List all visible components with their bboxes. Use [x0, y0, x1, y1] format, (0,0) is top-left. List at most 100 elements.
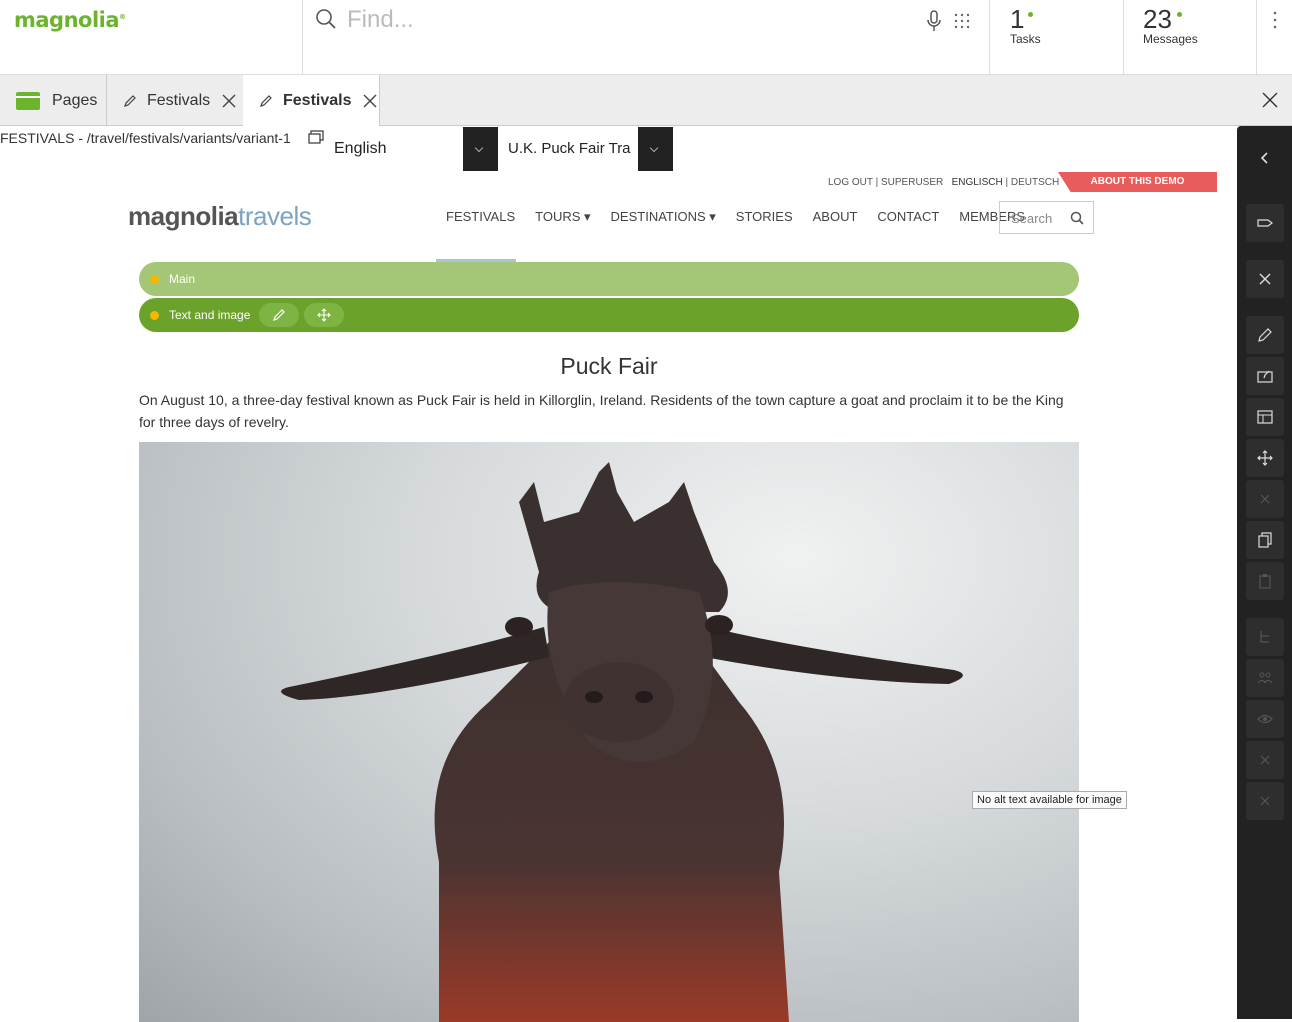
collapse-icon[interactable]: [1257, 150, 1273, 166]
travels-logo[interactable]: magnoliatravels: [128, 201, 312, 232]
preview-window-icon[interactable]: [308, 130, 324, 144]
search-icon[interactable]: [1070, 211, 1084, 225]
nav-stories[interactable]: STORIES: [736, 209, 793, 225]
component-edit-icon: [1257, 370, 1273, 383]
clipboard-icon: [1259, 574, 1271, 589]
component-bar[interactable]: Text and image: [139, 298, 1079, 332]
nav-contact[interactable]: CONTACT: [877, 209, 939, 225]
messages-count: 23: [1143, 4, 1172, 34]
copy-icon: [1258, 532, 1272, 548]
logout-link[interactable]: LOG OUT: [828, 177, 873, 188]
eye-icon: [1257, 714, 1273, 724]
area-label: Main: [169, 272, 196, 286]
users-button[interactable]: [1246, 659, 1284, 697]
pencil-icon: [124, 94, 136, 107]
lang-en-link[interactable]: ENGLISCH: [952, 177, 1003, 188]
move-icon: [1257, 450, 1273, 466]
user-link[interactable]: SUPERUSER: [881, 177, 943, 188]
tab-festivals-1[interactable]: Festivals: [107, 75, 244, 126]
messages-dot: [1177, 12, 1182, 17]
find-bar: [302, 0, 990, 74]
component-edit-button[interactable]: [259, 303, 299, 327]
variant-value: U.K. Puck Fair Tra ..: [508, 140, 636, 157]
site-search[interactable]: Search: [999, 201, 1094, 234]
tab-label: Festivals: [283, 91, 352, 109]
nav-destinations[interactable]: DESTINATIONS ▾: [611, 209, 716, 225]
preview-button[interactable]: [1246, 700, 1284, 738]
image-tooltip: No alt text available for image: [972, 791, 1127, 809]
layout-button[interactable]: [1246, 398, 1284, 436]
messages-counter[interactable]: 23 Messages: [1123, 0, 1257, 74]
tab-bar: Pages Festivals Festivals: [0, 75, 1292, 126]
about-demo-button[interactable]: ABOUT THIS DEMO: [1058, 172, 1217, 192]
edit-component-button[interactable]: [1246, 357, 1284, 395]
goat-statue-image[interactable]: [139, 442, 1079, 1022]
pages-icon: [16, 91, 40, 110]
close-icon[interactable]: [363, 94, 377, 108]
move-button[interactable]: [1246, 439, 1284, 477]
microphone-icon[interactable]: [925, 10, 943, 32]
layout-icon: [1257, 410, 1273, 424]
component-move-button[interactable]: [304, 303, 344, 327]
page-preview: LOG OUT | SUPERUSER ENGLISCH | DEUTSCH A…: [0, 171, 1237, 1022]
lang-de-link[interactable]: DEUTSCH: [1011, 177, 1059, 188]
site-search-placeholder: Search: [1011, 211, 1053, 226]
copy-button[interactable]: [1246, 521, 1284, 559]
goat-statue-illustration: [281, 462, 963, 1022]
paste-button[interactable]: [1246, 562, 1284, 600]
top-bar: magnolia® 1 Tasks 23 Messages: [0, 0, 1292, 75]
main-area-bar[interactable]: Main: [139, 262, 1079, 296]
status-dot: [150, 311, 159, 320]
nav-tours[interactable]: TOURS ▾: [535, 209, 590, 225]
tab-festivals-active[interactable]: Festivals: [243, 75, 380, 126]
tasks-counter[interactable]: 1 Tasks: [990, 0, 1124, 74]
language-value: English: [334, 140, 387, 157]
variant-select[interactable]: U.K. Puck Fair Tra ..: [498, 127, 638, 171]
pencil-icon: [260, 94, 272, 107]
tab-label: Festivals: [147, 91, 211, 109]
search-icon: [316, 9, 336, 29]
utility-links: LOG OUT | SUPERUSER ENGLISCH | DEUTSCH: [828, 177, 1060, 188]
edit-button[interactable]: [1246, 316, 1284, 354]
action-bar: [1237, 126, 1292, 1019]
close-icon: [1260, 494, 1270, 504]
tasks-label: Tasks: [1010, 32, 1041, 46]
move-icon: [317, 308, 331, 322]
tasks-dot: [1028, 12, 1033, 17]
delete-button[interactable]: [1246, 480, 1284, 518]
tag-button[interactable]: [1246, 204, 1284, 242]
tasks-count: 1: [1010, 4, 1025, 34]
nav-about[interactable]: ABOUT: [813, 209, 858, 225]
disabled-action-2[interactable]: [1246, 782, 1284, 820]
tag-icon: [1257, 219, 1273, 227]
article-title: Puck Fair: [560, 353, 658, 379]
status-dot: [150, 275, 159, 284]
messages-label: Messages: [1143, 32, 1198, 46]
close-icon: [1260, 796, 1270, 806]
tab-label: Pages: [52, 91, 98, 109]
close-all-icon[interactable]: [1262, 92, 1278, 108]
pencil-icon: [273, 309, 285, 321]
more-options-icon[interactable]: [1266, 10, 1284, 30]
site-nav: FESTIVALS TOURS ▾ DESTINATIONS ▾ STORIES…: [436, 209, 1035, 262]
component-label: Text and image: [169, 308, 251, 322]
magnolia-logo[interactable]: magnolia®: [14, 8, 126, 32]
tab-pages[interactable]: Pages: [0, 75, 107, 126]
cancel-button[interactable]: [1246, 260, 1284, 298]
chevron-down-icon: [474, 143, 484, 153]
article-body: On August 10, a three-day festival known…: [139, 392, 1064, 430]
hierarchy-icon: [1260, 631, 1269, 643]
disabled-action-1[interactable]: [1246, 741, 1284, 779]
close-icon: [1259, 273, 1271, 285]
nav-festivals[interactable]: FESTIVALS: [446, 209, 515, 225]
language-dropdown-button[interactable]: [463, 127, 498, 171]
app-launcher-icon[interactable]: [953, 12, 971, 30]
close-icon[interactable]: [222, 94, 236, 108]
find-input[interactable]: [347, 4, 907, 36]
close-icon: [1260, 755, 1270, 765]
page-path: FESTIVALS - /travel/festivals/variants/v…: [0, 130, 291, 146]
chevron-down-icon: [649, 143, 659, 153]
hierarchy-button[interactable]: [1246, 618, 1284, 656]
variant-dropdown-button[interactable]: [638, 127, 673, 171]
users-icon: [1257, 672, 1273, 684]
